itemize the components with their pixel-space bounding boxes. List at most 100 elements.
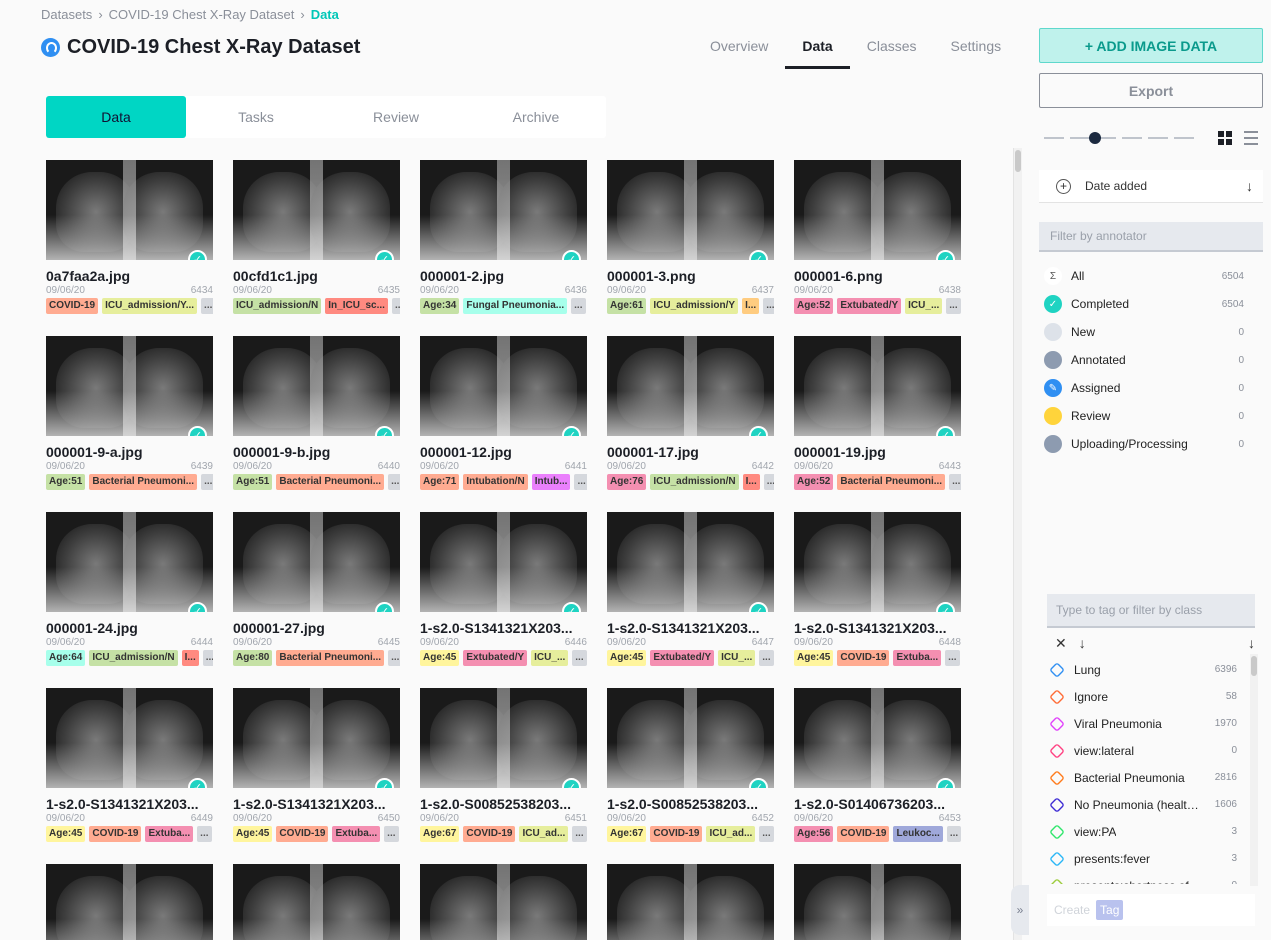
image-tag[interactable]: Bacterial Pneumoni... [89,474,198,490]
class-item[interactable]: presents:shortness of bre... 0 [1047,872,1237,884]
image-tag[interactable]: Age:67 [607,826,647,842]
image-tag[interactable]: Bacterial Pneumoni... [276,650,385,666]
image-tag[interactable]: Age:61 [607,298,647,314]
status-all[interactable]: Σ All 6504 [1044,262,1244,290]
tab-overview[interactable]: Overview [693,36,785,69]
image-tag[interactable]: In_ICU_sc... [325,298,388,314]
xray-thumbnail[interactable]: ✓ [607,160,774,260]
xray-thumbnail[interactable]: ✓ [46,336,213,436]
thumbnail-size-slider[interactable] [1044,132,1196,144]
image-tag[interactable]: Age:45 [794,650,834,666]
xray-thumbnail[interactable]: ✓ [420,160,587,260]
class-filter-input[interactable]: Type to tag or filter by class [1047,594,1255,628]
image-filename[interactable]: 000001-6.png [794,268,961,284]
class-item[interactable]: Bacterial Pneumonia 2816 [1047,764,1237,791]
image-filename[interactable]: 000001-17.jpg [607,444,774,460]
image-tag[interactable]: ICU_admission/Y... [102,298,198,314]
image-filename[interactable]: 000001-27.jpg [233,620,400,636]
image-tag[interactable]: COVID-19 [89,826,142,842]
image-filename[interactable]: 1-s2.0-S1341321X203... [46,796,213,812]
more-tags-button[interactable]: ... [946,298,961,314]
image-tag[interactable]: ICU_... [531,650,569,666]
tag-button[interactable]: Tag [1096,900,1124,920]
class-item[interactable]: Lung 6396 [1047,656,1237,683]
image-tag[interactable]: ICU_admission/N [233,298,322,314]
grid-view-icon[interactable] [1218,131,1232,145]
xray-thumbnail[interactable] [46,864,213,940]
image-tag[interactable]: Fungal Pneumonia... [463,298,568,314]
image-tag[interactable]: I... [181,650,199,666]
sort-dropdown[interactable]: + Date added ↓ [1039,170,1263,203]
xray-thumbnail[interactable]: ✓ [233,688,400,788]
more-tags-button[interactable]: ... [945,650,960,666]
image-filename[interactable]: 000001-3.png [607,268,774,284]
more-tags-button[interactable]: ... [197,826,212,842]
image-filename[interactable]: 1-s2.0-S1341321X203... [420,620,587,636]
image-tag[interactable]: Extuba... [332,826,381,842]
export-button[interactable]: Export [1039,73,1263,108]
image-card[interactable]: ✓ 1-s2.0-S00852538203... 09/06/20 6451 Age:6… [420,688,587,842]
image-filename[interactable]: 1-s2.0-S1341321X203... [607,620,774,636]
status-review[interactable]: Review 0 [1044,402,1244,430]
image-card[interactable]: ✓ 1-s2.0-S1341321X203... 09/06/20 6449 Age:4… [46,688,213,842]
image-card[interactable]: ✓ 1-s2.0-S1341321X203... 09/06/20 6450 Age:4… [233,688,400,842]
image-tag[interactable]: Age:80 [233,650,273,666]
class-scrollbar-thumb[interactable] [1251,656,1257,676]
subtab-archive[interactable]: Archive [466,96,606,138]
image-card[interactable]: ✓ 1-s2.0-S1341321X203... 09/06/20 6446 Age:4… [420,512,587,666]
image-tag[interactable]: Extubated/Y [650,650,715,666]
tab-settings[interactable]: Settings [934,36,1019,69]
more-tags-button[interactable]: ... [201,298,213,314]
image-card[interactable]: ✓ 000001-2.jpg 09/06/20 6436 Age:34 Fungal Pn… [420,160,587,314]
image-tag[interactable]: ICU_... [905,298,943,314]
xray-thumbnail[interactable]: ✓ [46,512,213,612]
status-uploading-processing[interactable]: Uploading/Processing 0 [1044,430,1244,458]
image-tag[interactable]: COVID-19 [837,826,890,842]
image-card[interactable] [233,864,400,940]
more-tags-button[interactable]: ... [391,298,400,314]
subtab-review[interactable]: Review [326,96,466,138]
more-tags-button[interactable]: ... [763,474,774,490]
slider-knob[interactable] [1089,132,1101,144]
image-tag[interactable]: Intubation/N [463,474,528,490]
add-sort-icon[interactable]: + [1056,178,1071,194]
breadcrumb-dataset[interactable]: COVID-19 Chest X-Ray Dataset [109,7,295,22]
image-tag[interactable]: ICU_admission/N [650,474,739,490]
image-card[interactable]: ✓ 000001-6.png 09/06/20 6438 Age:52 Extubated… [794,160,961,314]
image-card[interactable]: ✓ 1-s2.0-S1341321X203... 09/06/20 6447 Age:4… [607,512,774,666]
image-card[interactable]: ✓ 00cfd1c1.jpg 09/06/20 6435 ICU_admission/N… [233,160,400,314]
image-card[interactable]: ✓ 1-s2.0-S1341321X203... 09/06/20 6448 Age:4… [794,512,961,666]
more-tags-button[interactable]: ... [763,298,774,314]
image-filename[interactable]: 00cfd1c1.jpg [233,268,400,284]
image-tag[interactable]: Leukoc... [893,826,943,842]
image-tag[interactable]: Intub... [531,474,571,490]
xray-thumbnail[interactable] [794,864,961,940]
image-tag[interactable]: Bacterial Pneumoni... [276,474,385,490]
image-card[interactable] [794,864,961,940]
more-tags-button[interactable]: ... [388,474,400,490]
status-new[interactable]: New 0 [1044,318,1244,346]
xray-thumbnail[interactable]: ✓ [46,160,213,260]
tab-classes[interactable]: Classes [850,36,934,69]
class-item[interactable]: Viral Pneumonia 1970 [1047,710,1237,737]
image-card[interactable] [46,864,213,940]
more-tags-button[interactable]: ... [202,650,213,666]
image-tag[interactable]: COVID-19 [650,826,703,842]
image-card[interactable]: ✓ 000001-24.jpg 09/06/20 6444 Age:64 ICU_admi… [46,512,213,666]
image-tag[interactable]: Age:45 [607,650,647,666]
more-tags-button[interactable]: ... [201,474,213,490]
image-tag[interactable]: Age:51 [46,474,86,490]
image-tag[interactable]: Age:64 [46,650,86,666]
xray-thumbnail[interactable]: ✓ [794,160,961,260]
more-tags-button[interactable]: ... [759,826,774,842]
image-card[interactable]: ✓ 000001-9-b.jpg 09/06/20 6440 Age:51 Bacteri… [233,336,400,490]
image-tag[interactable]: ICU_admission/Y [650,298,739,314]
image-card[interactable]: ✓ 000001-3.png 09/06/20 6437 Age:61 ICU_admis… [607,160,774,314]
image-tag[interactable]: Age:34 [420,298,460,314]
image-tag[interactable]: Age:56 [794,826,834,842]
sort-down-icon[interactable]: ↓ [1079,635,1086,651]
image-card[interactable] [420,864,587,940]
image-tag[interactable]: Extuba... [893,650,942,666]
more-tags-button[interactable]: ... [571,298,586,314]
image-card[interactable]: ✓ 1-s2.0-S00852538203... 09/06/20 6452 Age:6… [607,688,774,842]
